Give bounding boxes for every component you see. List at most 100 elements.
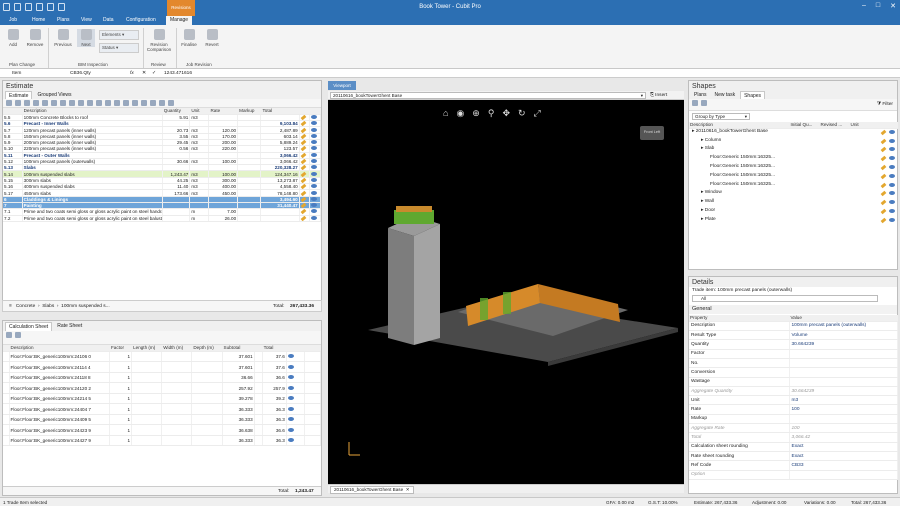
property-value[interactable] [789,358,898,369]
cell-reference[interactable]: CB36.Qty [70,71,91,76]
calc-row-total[interactable]: 39.2 [262,393,287,405]
menu-job[interactable]: Job [9,17,17,23]
calc-row-subtotal[interactable]: 39.278 [222,393,255,405]
calc-row-total[interactable]: 36.3 [262,435,287,447]
row-markup[interactable] [237,215,262,222]
calc-row-subtotal[interactable]: 36.66 [222,372,255,384]
calc-row-depth[interactable] [191,372,223,384]
property-row[interactable]: Markup [689,414,898,425]
row-quantity[interactable] [162,215,191,222]
calc-row-visibility-icon[interactable] [286,424,305,436]
calc-row-check[interactable] [254,393,263,405]
calc-row-check[interactable] [254,435,263,447]
finalise-button[interactable]: Finalise [179,29,199,47]
row-description[interactable]: Prime and two coats semi gloss or gloss … [22,215,163,222]
calc-row-width[interactable] [161,435,193,447]
calc-row[interactable]: Floor:Floor:BK_generic100mm:24409 5 1 36.3… [3,414,322,426]
calc-row-length[interactable] [131,372,163,384]
calc-row-depth[interactable] [191,435,223,447]
calc-row-factor[interactable]: 1 [109,361,133,373]
calc-row-depth[interactable] [191,382,223,394]
row-total[interactable] [260,215,300,222]
calc-row-length[interactable] [131,414,163,426]
property-row[interactable]: Ref Code CB33 [689,460,898,471]
property-row[interactable]: Calculation sheet rounding Exact [689,442,898,452]
close-icon[interactable]: ✕ [890,2,896,10]
tree-node[interactable]: ▸ Plate [689,217,897,226]
menu-view[interactable]: View [81,17,92,23]
tree-node-actions[interactable] [880,182,895,189]
property-row[interactable]: Aggregate Rate 100 [689,423,898,434]
calc-row-check[interactable] [254,351,263,363]
property-value[interactable]: CB33 [789,460,898,471]
property-row[interactable]: Total 3,066.42 [689,432,898,443]
calc-row-length[interactable] [131,351,163,363]
calc-row[interactable]: Floor:Floor:BK_generic100mm:24214 5 1 39.2… [3,393,322,405]
calc-row-length[interactable] [131,424,163,436]
details-filter[interactable]: All [692,295,878,302]
property-value[interactable]: 100 [789,423,898,434]
tree-node-actions[interactable] [880,164,895,171]
tab-rate-sheet[interactable]: Rate Sheet [54,322,85,331]
tree-node-actions[interactable] [880,208,895,215]
calc-row-description[interactable]: Floor:Floor:BK_generic100mm:24427 9 [9,435,110,447]
maximize-icon[interactable]: □ [876,2,880,10]
property-value[interactable] [789,367,898,378]
revision-comparison-button[interactable]: Revision Comparison [145,29,173,52]
shapes-col-unit[interactable]: Unit [849,122,898,129]
calc-row-factor[interactable]: 1 [109,435,133,447]
calc-row-visibility-icon[interactable] [286,435,305,447]
property-row[interactable]: Description 100mm precast panels (outerwa… [689,321,898,332]
calc-row-check[interactable] [254,424,263,436]
tree-node[interactable]: ▸ Column [689,138,897,147]
calc-row-subtotal[interactable]: 37.601 [222,351,255,363]
tree-node[interactable]: ▸ Door [689,208,897,217]
tree-node[interactable]: ▸ 20110616_bookTowerGhent Base [689,129,897,138]
calc-row[interactable]: Floor:Floor:BK_generic100mm:24106 0 1 37.6… [3,351,322,363]
calc-row-depth[interactable] [191,414,223,426]
property-value[interactable]: m3 [789,395,898,406]
confirm-icon[interactable]: ✓ [152,71,156,76]
tree-node-actions[interactable] [880,147,895,153]
row-description[interactable]: Prime and two coats semi gloss or gloss … [22,208,163,216]
calc-row-visibility-icon[interactable] [286,351,305,363]
viewport-tab[interactable]: Viewport [328,81,356,90]
menu-home[interactable]: Home [32,17,45,23]
calc-row[interactable]: Floor:Floor:BK_generic100mm:24427 9 1 36.3… [3,435,322,447]
calc-row-width[interactable] [161,382,193,394]
property-row[interactable]: Unit m3 [689,395,898,406]
tree-node-actions[interactable] [880,129,895,136]
calc-row-width[interactable] [161,414,193,426]
menu-manage[interactable]: Manage [166,16,193,25]
revert-button[interactable]: Revert [202,29,222,47]
calc-row[interactable]: Floor:Floor:BK_generic100mm:24120 2 1 257.… [3,382,322,394]
calc-row-description[interactable]: Floor:Floor:BK_generic100mm:24214 5 [9,393,110,405]
calc-row-factor[interactable]: 1 [109,351,133,363]
model-tab[interactable]: 20110616_bookTowerGhent Base ✕ [330,486,414,494]
calc-row-width[interactable] [161,403,193,415]
3d-viewport[interactable]: ⌂ ◉ ⊕ ⚲ ✥ ↻ ⤢ Front Left [328,100,684,484]
tab-plans[interactable]: Plans [691,91,710,99]
calc-row-factor[interactable]: 1 [109,372,133,384]
property-value[interactable]: 100mm precast panels (outerwalls) [789,321,898,332]
calc-row-total[interactable]: 36.6 [262,424,287,436]
tree-node[interactable]: ▸ Slab [689,146,897,155]
property-row[interactable]: Rate sheet rounding Exact [689,451,898,462]
general-section[interactable]: General [689,305,897,314]
row-rate[interactable]: 26.00 [208,215,239,222]
row-visibility-icon[interactable] [309,215,321,222]
table-row[interactable]: 7.2 Prime and two coats semi gloss or glo… [3,215,321,222]
calc-row-subtotal[interactable]: 36.333 [222,403,255,415]
formula-input[interactable]: 1243.471616 [164,71,192,76]
property-row[interactable]: No. [689,358,898,369]
calc-row-width[interactable] [161,351,193,363]
property-value[interactable]: 100 [789,404,898,415]
calc-row-description[interactable]: Floor:Floor:BK_generic100mm:24118 8 [9,372,110,384]
calc-row-width[interactable] [161,393,193,405]
calc-row-factor[interactable]: 1 [109,393,133,405]
calc-row-length[interactable] [131,403,163,415]
menu-configuration[interactable]: Configuration [126,17,156,23]
calc-row-width[interactable] [161,361,193,373]
tree-node[interactable]: Floor:Generic 150mm:16325... [689,155,897,164]
calc-row-total[interactable]: 36.3 [262,403,287,415]
